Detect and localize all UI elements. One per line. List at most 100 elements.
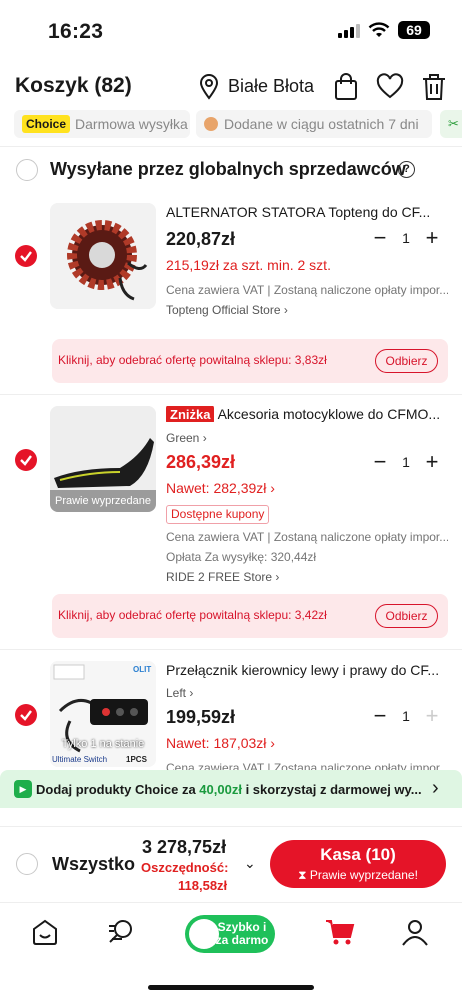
checkout-subtitle: ⧗ Prawie wyprzedane! <box>270 868 446 883</box>
decrement-button[interactable]: − <box>370 451 390 475</box>
filter-chip-choice[interactable]: Choice Darmowa wysyłka <box>14 110 190 138</box>
wifi-icon <box>368 22 390 37</box>
decrement-button[interactable]: − <box>370 705 390 729</box>
select-all-radio[interactable] <box>16 853 38 875</box>
bulk-price: 215,19zł za szt. min. 2 szt. <box>166 257 331 273</box>
cart-icon[interactable] <box>324 917 356 947</box>
truck-icon: ▶ <box>14 780 32 798</box>
status-time: 16:23 <box>48 20 104 43</box>
section-title: Wysyłane przez globalnych sprzedawców <box>50 159 406 179</box>
welcome-offer-text: Kliknij, aby odebrać ofertę powitalną sk… <box>58 608 327 622</box>
section-select-radio[interactable] <box>16 159 38 181</box>
product-title-row[interactable]: Zniżka Akcesoria motocyklowe do CFMO... <box>166 406 452 422</box>
help-icon[interactable]: ? <box>398 161 415 178</box>
discover-icon[interactable] <box>106 917 136 947</box>
variant-label: Green <box>166 431 200 445</box>
quantity-stepper[interactable]: − 1 + <box>370 227 442 251</box>
image-count: 1PCS <box>126 755 147 764</box>
product-image-stator[interactable] <box>50 203 156 309</box>
banner-text: Dodaj produkty Choice za 40,00zł i skorz… <box>36 782 428 797</box>
checkout-label: Kasa (10) <box>320 845 396 864</box>
trash-icon[interactable] <box>420 72 448 102</box>
product-image-switch[interactable]: OLIT Ultimate Switch 1PCS Tylko 1 na sta… <box>50 661 156 767</box>
stock-badge: Prawie wyprzedane <box>50 490 156 512</box>
lowest-price-link[interactable]: Nawet: 187,03zł › <box>166 735 275 751</box>
quantity-stepper[interactable]: − 1 + <box>370 451 442 475</box>
cart-total: 3 278,75zł <box>142 837 227 857</box>
product-image-seat[interactable]: Prawie wyprzedane <box>50 406 156 512</box>
divider <box>0 394 462 395</box>
chip-label: Dodane w ciągu ostatnich 7 dni <box>224 116 419 132</box>
quantity-value: 1 <box>402 454 410 470</box>
store-name: Topteng Official Store <box>166 303 281 317</box>
fast-free-tab[interactable]: Szybko i za darmo <box>185 915 275 953</box>
checkout-sub-text: Prawie wyprzedane! <box>309 868 418 882</box>
shopping-bag-icon[interactable] <box>332 72 360 102</box>
free-shipping-banner[interactable]: ▶ Dodaj produkty Choice za 40,00zł i sko… <box>0 770 462 808</box>
savings-label: Oszczędność: <box>141 860 229 875</box>
welcome-offer-text: Kliknij, aby odebrać ofertę powitalną sk… <box>58 353 327 367</box>
store-name: RIDE 2 FREE Store <box>166 570 273 584</box>
stock-badge: Tylko 1 na stanie <box>61 738 145 750</box>
product-title[interactable]: ALTERNATOR STATORA Topteng do CF... <box>166 204 448 220</box>
lowest-price: Nawet: 282,39zł <box>166 480 267 496</box>
decrement-button[interactable]: − <box>370 227 390 251</box>
hourglass-icon: ⧗ <box>298 868 307 882</box>
quantity-value: 1 <box>402 230 410 246</box>
filter-chip-more[interactable]: ✂ <box>440 110 462 138</box>
chevron-right-icon: › <box>275 570 280 584</box>
banner-mid: za <box>181 782 196 797</box>
variant-selector[interactable]: Green › <box>166 431 207 445</box>
welcome-offer-banner[interactable]: Kliknij, aby odebrać ofertę powitalną sk… <box>52 594 448 638</box>
quantity-stepper[interactable]: − 1 + <box>370 705 442 729</box>
product-title: Akcesoria motocyklowe do CFMO... <box>217 406 441 422</box>
banner-amount: 40,00zł <box>199 782 242 797</box>
product-price: 199,59zł <box>166 707 236 727</box>
status-bar: 16:23 69 <box>0 0 462 60</box>
quantity-value: 1 <box>402 708 410 724</box>
banner-suffix: i skorzystaj z darmowej wy... <box>245 782 422 797</box>
filter-chip-recent[interactable]: Dodane w ciągu ostatnich 7 dni <box>196 110 432 138</box>
chevron-right-icon: › <box>283 303 288 317</box>
page-title: Koszyk (82) <box>15 74 132 97</box>
claim-button[interactable]: Odbierz <box>375 349 438 373</box>
product-title[interactable]: Przełącznik kierownicy lewy i prawy do C… <box>166 662 448 678</box>
lowest-price-link[interactable]: Nawet: 282,39zł › <box>166 480 275 496</box>
coupons-available[interactable]: Dostępne kupony <box>166 505 270 524</box>
clock-icon <box>204 117 218 131</box>
select-all-label[interactable]: Wszystko <box>52 854 135 875</box>
store-link[interactable]: Topteng Official Store › <box>166 303 288 317</box>
chevron-down-icon[interactable]: ⌄ <box>244 855 256 872</box>
account-icon[interactable] <box>400 917 430 947</box>
location-label[interactable]: Białe Błota <box>228 76 314 97</box>
chevron-right-icon: › <box>202 431 207 445</box>
variant-selector[interactable]: Left › <box>166 686 193 700</box>
variant-label: Left <box>166 686 187 700</box>
checkout-button[interactable]: Kasa (10) ⧗ Prawie wyprzedane! <box>270 840 446 888</box>
chevron-right-icon: › <box>432 777 439 799</box>
item-checkbox[interactable] <box>15 704 37 726</box>
item-checkbox[interactable] <box>15 245 37 267</box>
fast-free-label: Szybko i za darmo <box>211 921 273 947</box>
increment-button[interactable]: + <box>422 705 442 729</box>
savings-amount: 118,58zł <box>178 878 228 893</box>
fast-free-line1: Szybko i <box>217 920 267 934</box>
discount-tag: Zniżka <box>166 406 215 422</box>
location-pin-icon[interactable] <box>198 74 220 100</box>
claim-button[interactable]: Odbierz <box>375 604 438 628</box>
signal-icon <box>338 24 360 38</box>
welcome-offer-banner[interactable]: Kliknij, aby odebrać ofertę powitalną sk… <box>52 339 448 383</box>
item-checkbox[interactable] <box>15 449 37 471</box>
increment-button[interactable]: + <box>422 227 442 251</box>
chevron-right-icon: › <box>189 686 194 700</box>
increment-button[interactable]: + <box>422 451 442 475</box>
chip-label: Darmowa wysyłka <box>75 116 188 132</box>
divider <box>0 146 462 147</box>
banner-prefix: Dodaj produkty <box>36 782 132 797</box>
store-link[interactable]: RIDE 2 FREE Store › <box>166 570 279 584</box>
chevron-right-icon: › <box>270 480 275 496</box>
heart-icon[interactable] <box>376 72 404 102</box>
home-icon[interactable] <box>30 917 60 947</box>
shipping-fee: Opłata Za wysyłkę: 320,44zł <box>166 550 317 564</box>
home-indicator <box>148 985 314 990</box>
